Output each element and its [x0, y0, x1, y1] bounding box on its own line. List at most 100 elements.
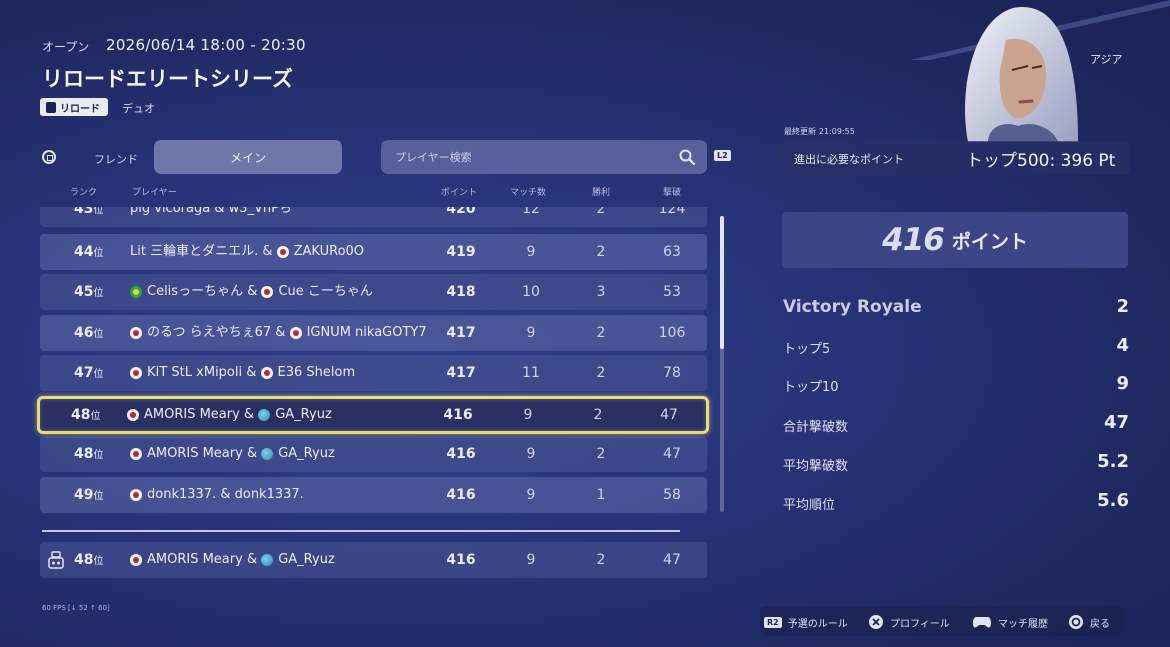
search-input[interactable]	[393, 149, 679, 165]
table-row[interactable]: 48位 AMORIS Meary & GA_Ryuz 416 9 2 47	[40, 436, 707, 472]
rank-value: 43	[74, 207, 94, 217]
elims-value: 78	[663, 365, 681, 381]
wins-value: 2	[596, 244, 606, 260]
rank-value: 47	[74, 365, 94, 381]
rank-value: 48	[74, 446, 94, 462]
points-value: 416	[446, 487, 476, 503]
team-players: pig vicoraga & w3_VnPち	[130, 207, 292, 227]
japan-flag-icon	[276, 246, 289, 258]
total-points-box: 416 ポイント	[782, 212, 1128, 268]
region-label: アジア	[1090, 53, 1123, 66]
team-players: Celisっーちゃん & Cue こーちゃん	[130, 274, 373, 310]
event-datetime: 2026/06/14 18:00 - 20:30	[106, 36, 306, 54]
elims-value: 63	[663, 244, 681, 260]
player-1-name: Celisっーちゃん	[147, 284, 244, 299]
wins-value: 3	[596, 284, 606, 300]
stat-label-avg-elims: 平均撃破数	[783, 459, 849, 474]
japan-flag-icon	[127, 409, 139, 421]
table-row[interactable]: 47位 KIT StL xMipoli & E36 Shelom 417 11 2 78	[40, 355, 707, 391]
japan-flag-icon	[130, 327, 142, 339]
my-matches: 9	[526, 552, 536, 568]
player-2-name: E36 Shelom	[277, 365, 356, 380]
team-players: donk1337. & donk1337.	[130, 477, 304, 513]
table-row[interactable]: 45位 Celisっーちゃん & Cue こーちゃん 418 10 3 53	[40, 274, 707, 310]
table-row[interactable]: 46位 のるつ らえやちぇ67 & IGNUM nikaGOTY7 417 9 2 106	[40, 315, 707, 351]
stat-value-total-elims: 47	[1103, 412, 1129, 433]
player-1-name: KIT StL xMipoli	[147, 365, 243, 380]
profile-button[interactable]: プロフィール	[868, 613, 950, 631]
search-icon[interactable]	[679, 149, 695, 165]
matches-value: 11	[522, 365, 540, 381]
brazil-flag-icon	[130, 286, 142, 298]
col-points: ポイント	[441, 188, 478, 198]
my-elims: 47	[663, 552, 681, 568]
japan-flag-icon	[260, 367, 273, 379]
tab-main[interactable]: メイン	[154, 140, 342, 174]
my-team-row[interactable]: 48位 AMORIS Meary & GA_Ryuz 416 9 2 47	[40, 542, 707, 578]
player-2-name: ZAKURo0O	[293, 244, 365, 259]
gamepad-icon	[972, 617, 992, 628]
globe-flag-icon	[258, 409, 271, 421]
circle-button-icon	[1069, 615, 1083, 629]
player-search[interactable]	[381, 140, 707, 174]
matches-value: 12	[522, 207, 540, 217]
qualification-label: 進出に必要なポイント	[794, 153, 904, 166]
col-matches: マッチ数	[510, 188, 547, 198]
team-players: のるつ らえやちぇ67 & IGNUM nikaGOTY7	[130, 315, 427, 351]
elims-value: 53	[663, 284, 681, 300]
matches-value: 9	[526, 446, 536, 462]
table-row[interactable]: 44位 Lit 三輪車とダニエル. & ZAKURo0O 419 9 2 63	[40, 234, 707, 270]
matches-value: 9	[526, 325, 536, 341]
wins-value: 2	[596, 325, 606, 341]
points-value: 420	[446, 207, 476, 217]
wins-value: 2	[596, 446, 606, 462]
back-button[interactable]: 戻る	[1068, 613, 1110, 631]
scrollbar-thumb[interactable]	[720, 216, 724, 349]
stat-value-avg-placement: 5.6	[1097, 490, 1129, 511]
japan-flag-icon	[130, 367, 142, 379]
matches-value: 9	[523, 407, 533, 423]
l2-button-hint: L2	[714, 150, 731, 161]
points-value: 417	[446, 325, 476, 341]
team-icon	[48, 551, 64, 569]
globe-flag-icon	[261, 554, 274, 566]
team-players: KIT StL xMipoli & E36 Shelom	[130, 355, 355, 391]
matches-value: 9	[526, 244, 536, 260]
rank-suffix: 位	[93, 288, 104, 299]
elims-value: 106	[658, 325, 686, 341]
wins-value: 1	[596, 487, 606, 503]
event-status: オープン	[42, 40, 90, 54]
qualification-value: トップ500: 396 Pt	[966, 151, 1116, 171]
match-history-button[interactable]: マッチ履歴	[972, 613, 1048, 631]
rank-suffix: 位	[90, 411, 101, 422]
my-player-1: AMORIS Meary	[147, 552, 243, 567]
col-player: プレイヤー	[132, 188, 177, 198]
divider	[42, 530, 680, 532]
points-unit: ポイント	[951, 230, 1028, 253]
total-points: 416	[882, 222, 945, 258]
col-wins: 勝利	[592, 188, 611, 198]
rules-button[interactable]: R2 予選のルール	[764, 613, 848, 631]
my-rank: 48	[74, 552, 94, 568]
table-row[interactable]: 43位 pig vicoraga & w3_VnPち 420 12 2 124	[40, 207, 707, 227]
globe-flag-icon	[261, 448, 274, 460]
japan-flag-icon	[261, 286, 274, 298]
elims-value: 58	[663, 487, 681, 503]
stat-value-top10: 9	[1116, 373, 1129, 394]
elims-value: 124	[658, 207, 686, 217]
tab-friends[interactable]: フレンド	[78, 151, 154, 167]
elims-value: 47	[660, 407, 678, 423]
wins-value: 2	[596, 365, 606, 381]
updated-time: 21:09:55	[818, 127, 855, 136]
rank-suffix: 位	[93, 556, 104, 567]
player-1-name: pig vicoraga	[130, 207, 211, 216]
last-updated: 最終更新 21:09:55	[784, 127, 855, 136]
my-points: 416	[446, 552, 476, 568]
col-rank: ランク	[70, 188, 98, 198]
japan-flag-icon	[130, 489, 142, 501]
player-2-name: IGNUM nikaGOTY7	[306, 325, 427, 340]
selected-row-highlight[interactable]: 48位 AMORIS Meary & GA_Ryuz 416 9 2 47	[37, 396, 709, 434]
player-1-name: donk1337.	[147, 487, 217, 502]
table-row[interactable]: 49位 donk1337. & donk1337. 416 9 1 58	[40, 477, 707, 513]
team-players: AMORIS Meary & GA_Ryuz	[130, 436, 335, 472]
